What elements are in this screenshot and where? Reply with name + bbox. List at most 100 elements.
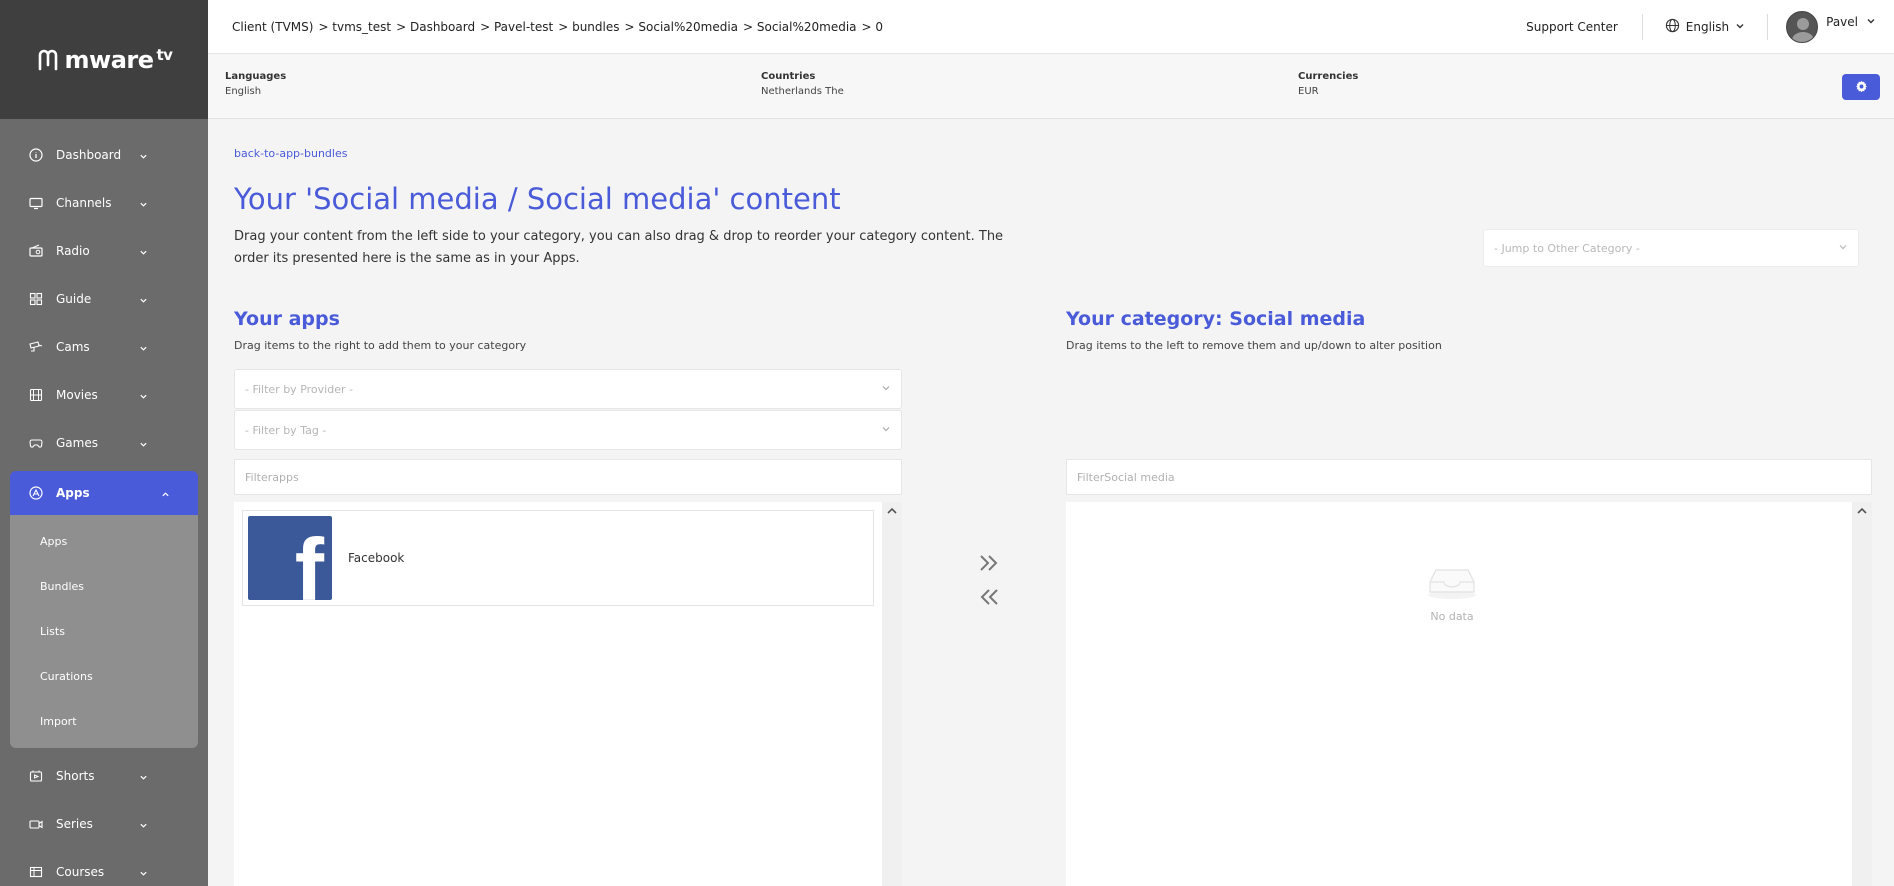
breadcrumb-item[interactable]: > Dashboard: [396, 20, 475, 34]
provider-filter-placeholder: - Filter by Provider -: [245, 382, 353, 396]
chevron-down-icon: [139, 198, 148, 212]
sidebar-item-courses[interactable]: Courses: [0, 848, 208, 886]
mwaretv-logo[interactable]: mware tv: [36, 46, 173, 74]
sidebar-item-label: Cams: [56, 340, 90, 354]
series-icon: [28, 816, 44, 832]
currencies-info: Currencies EUR: [1298, 71, 1358, 97]
submenu-item-bundles[interactable]: Bundles: [10, 564, 198, 609]
courses-icon: [28, 864, 44, 880]
gamepad-icon: [28, 435, 44, 451]
chevron-down-icon: [139, 390, 148, 404]
sidebar-item-shorts[interactable]: Shorts: [0, 752, 208, 800]
support-center-link[interactable]: Support Center: [1526, 20, 1642, 34]
sidebar-item-label: Dashboard: [56, 148, 122, 162]
sidebar-nav: Dashboard Channels Radio Guide Cams Movi…: [0, 119, 208, 886]
list-item[interactable]: f Facebook: [242, 510, 874, 606]
sidebar-item-label: Channels: [56, 196, 112, 210]
breadcrumb-item[interactable]: Client (TVMS): [232, 20, 313, 34]
guide-grid-icon: [28, 291, 44, 307]
sidebar-item-label: Games: [56, 436, 98, 450]
category-search-input[interactable]: [1066, 459, 1872, 495]
empty-inbox-icon: [1426, 562, 1478, 604]
sidebar: mware tv Dashboard Channels Radio Guide C…: [0, 0, 208, 886]
breadcrumb-item[interactable]: > tvms_test: [318, 20, 391, 34]
film-icon: [28, 387, 44, 403]
breadcrumb-item[interactable]: > Social%20media: [743, 20, 857, 34]
logo-area: mware tv: [0, 0, 208, 119]
globe-icon: [1665, 18, 1680, 36]
language-selector[interactable]: English: [1643, 18, 1767, 36]
countries-info: Countries Netherlands The: [761, 71, 844, 97]
logo-mark-icon: [38, 49, 57, 70]
chevron-down-icon: [139, 771, 148, 785]
chevron-down-icon: [1735, 20, 1745, 34]
sidebar-item-games[interactable]: Games: [0, 419, 208, 467]
sidebar-item-radio[interactable]: Radio: [0, 227, 208, 275]
gear-icon: [1855, 78, 1868, 97]
sidebar-item-label: Guide: [56, 292, 92, 306]
breadcrumb-item[interactable]: > Social%20media: [625, 20, 739, 34]
sidebar-item-label: Apps: [56, 486, 90, 500]
apps-list[interactable]: f Facebook: [234, 502, 882, 886]
languages-label: Languages: [225, 71, 287, 82]
language-label: English: [1685, 20, 1730, 34]
sidebar-item-guide[interactable]: Guide: [0, 275, 208, 323]
cam-icon: [28, 339, 44, 355]
sidebar-item-cams[interactable]: Cams: [0, 323, 208, 371]
submenu-item-apps[interactable]: Apps: [10, 519, 198, 564]
submenu-item-import[interactable]: Import: [10, 699, 198, 744]
breadcrumb: Client (TVMS) > tvms_test > Dashboard > …: [232, 20, 883, 34]
move-left-icon[interactable]: [974, 584, 1004, 610]
avatar: [1786, 11, 1819, 43]
breadcrumb-item[interactable]: > bundles: [558, 20, 619, 34]
currencies-value: EUR: [1298, 86, 1319, 97]
tag-filter-select[interactable]: - Filter by Tag -: [234, 410, 902, 450]
chevron-up-icon: [161, 488, 170, 502]
jump-category-select[interactable]: - Jump to Other Category -: [1483, 229, 1859, 267]
countries-value: Netherlands The: [761, 86, 844, 97]
scroll-up-icon[interactable]: [886, 506, 898, 516]
chevron-down-icon: [139, 150, 148, 164]
apps-submenu: Apps Bundles Lists Curations Import: [10, 515, 198, 748]
category-list-scrollbar[interactable]: [1852, 502, 1872, 886]
sidebar-item-series[interactable]: Series: [0, 800, 208, 848]
languages-info: Languages English: [225, 71, 286, 97]
chevron-down-icon: [139, 819, 148, 833]
radio-icon: [28, 243, 44, 259]
chevron-down-icon: [139, 867, 148, 881]
sidebar-item-label: Shorts: [56, 769, 95, 783]
tag-filter-placeholder: - Filter by Tag -: [245, 423, 327, 437]
sidebar-item-dashboard[interactable]: Dashboard: [0, 131, 208, 179]
empty-state-label: No data: [1430, 610, 1474, 623]
sidebar-item-channels[interactable]: Channels: [0, 179, 208, 227]
user-menu[interactable]: Pavel: [1768, 11, 1894, 43]
back-link[interactable]: back-to-app-bundles: [234, 147, 347, 160]
submenu-item-lists[interactable]: Lists: [10, 609, 198, 654]
page-description: Drag your content from the left side to …: [234, 229, 1004, 266]
settings-button[interactable]: [1842, 74, 1880, 100]
category-list[interactable]: No data: [1066, 502, 1852, 886]
empty-state: No data: [1426, 562, 1478, 623]
sidebar-item-apps[interactable]: Apps: [10, 471, 198, 515]
languages-value: English: [225, 86, 262, 97]
shorts-icon: [28, 768, 44, 784]
apps-search-input[interactable]: [234, 459, 902, 495]
chevron-down-icon: [139, 438, 148, 452]
your-category-subtitle: Drag items to the left to remove them an…: [1066, 339, 1442, 352]
provider-filter-select[interactable]: - Filter by Provider -: [234, 369, 902, 409]
transfer-controls: [974, 550, 1004, 610]
submenu-item-curations[interactable]: Curations: [10, 654, 198, 699]
chevron-down-icon: [139, 342, 148, 356]
breadcrumb-item[interactable]: > Pavel-test: [480, 20, 553, 34]
sidebar-item-label: Movies: [56, 388, 98, 402]
scroll-up-icon[interactable]: [1856, 506, 1868, 516]
countries-label: Countries: [761, 71, 816, 82]
chevron-down-icon: [881, 424, 891, 437]
apps-list-scrollbar[interactable]: [882, 502, 902, 886]
client-info-bar: Languages English Countries Netherlands …: [208, 55, 1894, 119]
tv-icon: [28, 195, 44, 211]
info-circle-icon: [28, 147, 44, 163]
sidebar-item-movies[interactable]: Movies: [0, 371, 208, 419]
chevron-down-icon: [1866, 15, 1876, 29]
move-right-icon[interactable]: [974, 550, 1004, 576]
